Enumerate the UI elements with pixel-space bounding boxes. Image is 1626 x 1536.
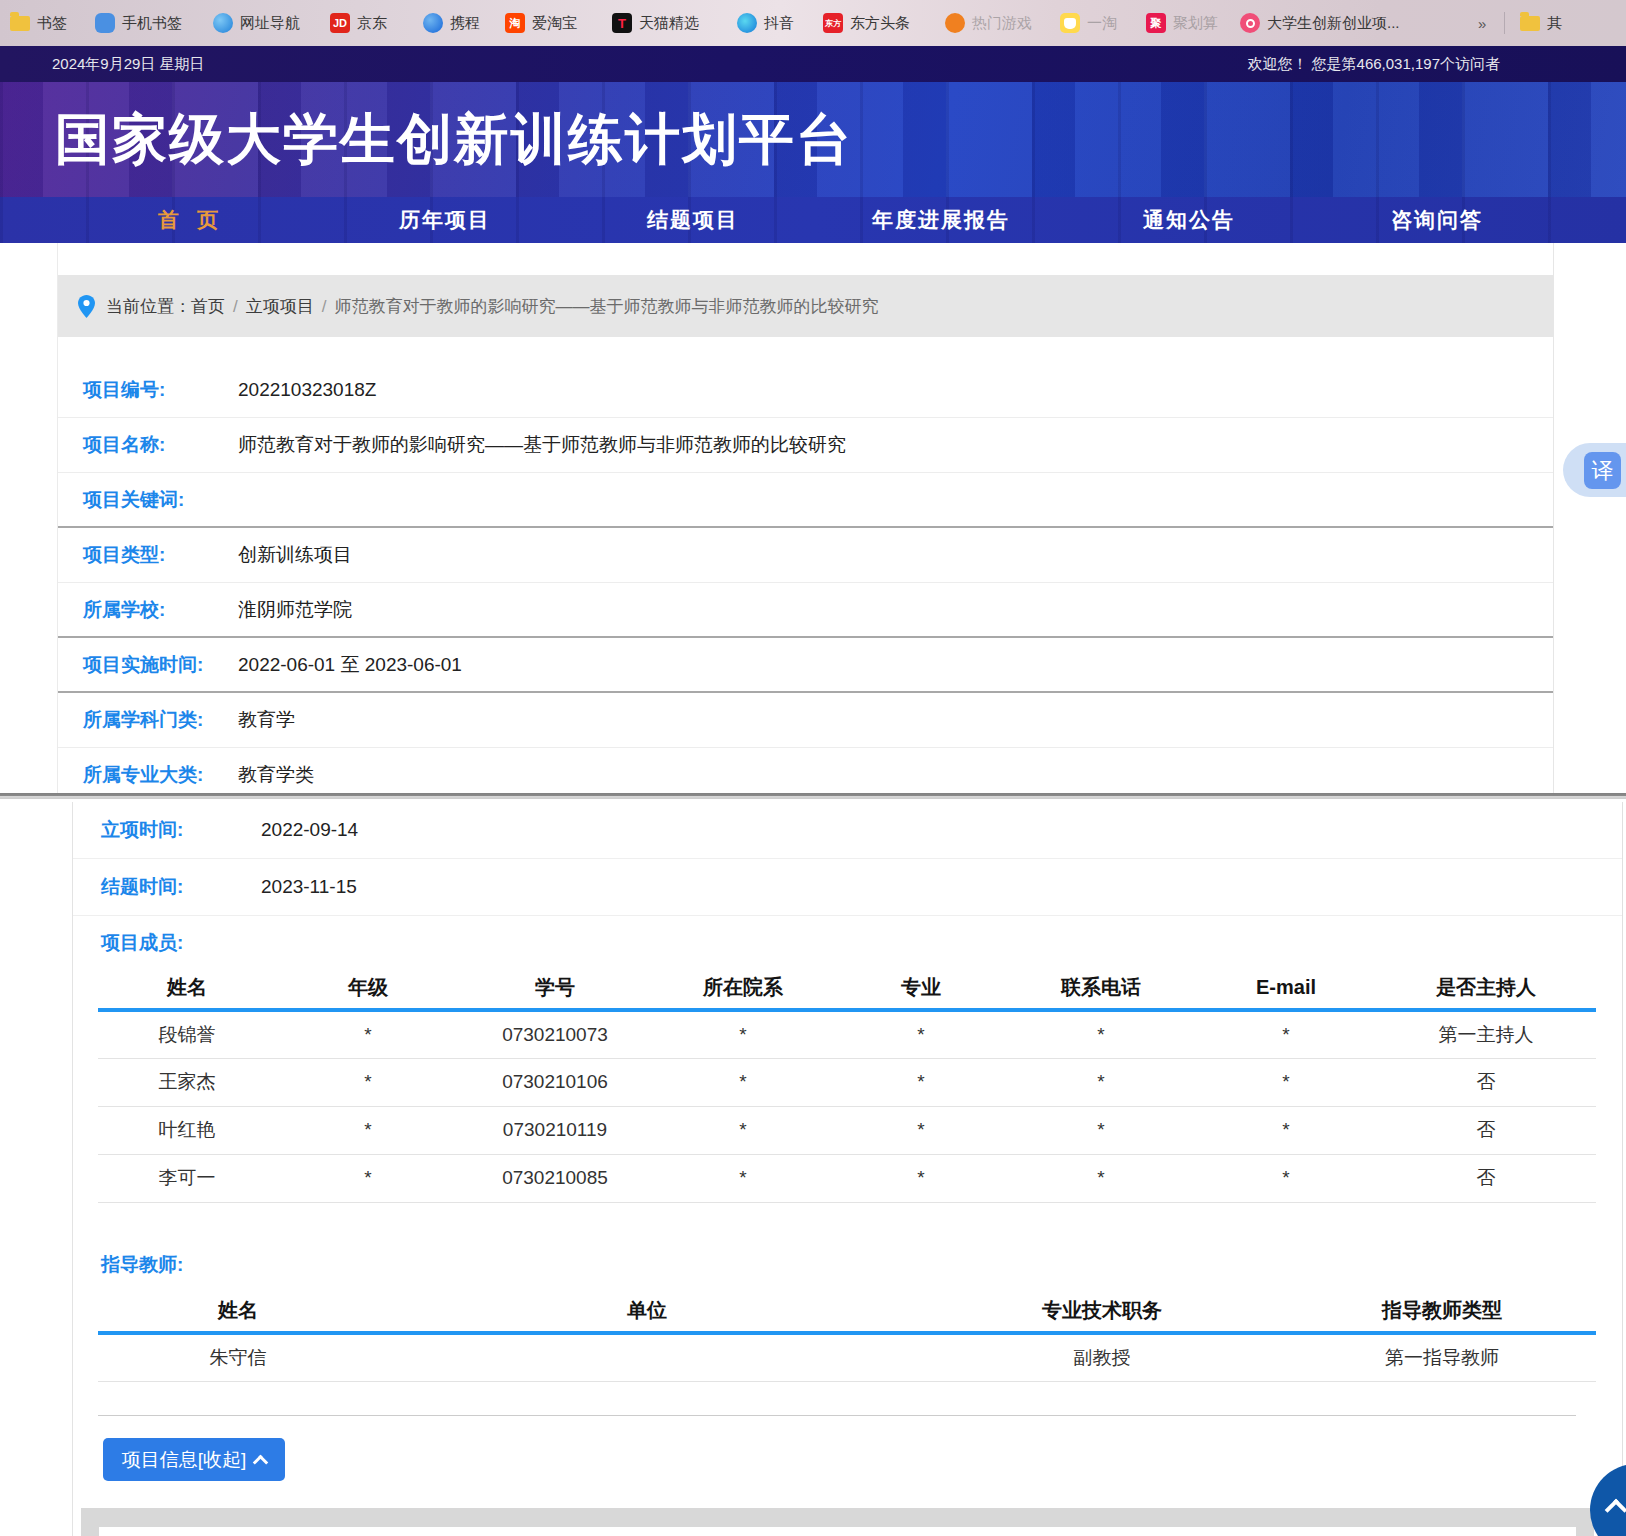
nav-home[interactable]: 首页 — [55, 197, 321, 243]
chevron-up-icon — [253, 1454, 269, 1470]
top-info-bar: 2024年9月29日 星期日 欢迎您！ 您是第466,031,197个访问者 — [0, 46, 1626, 82]
douyin-icon — [737, 13, 757, 33]
nav-qa[interactable]: 咨询问答 — [1313, 197, 1561, 243]
members-table: 姓名 年级 学号 所在院系 专业 联系电话 E-mail 是否主持人 段锦誉*0… — [98, 966, 1596, 1203]
site-banner: 国家级大学生创新训练计划平台 — [0, 82, 1626, 197]
advisors-header-row: 姓名 单位 专业技术职务 指导教师类型 — [98, 1289, 1596, 1333]
site-title: 国家级大学生创新训练计划平台 — [55, 103, 853, 177]
location-pin-icon — [78, 295, 95, 318]
upper-content: 当前位置：首页/立项项目/师范教育对于教师的影响研究——基于师范教师与非师范教师… — [0, 243, 1626, 793]
screenshot-seam — [0, 793, 1626, 802]
bookmark-etao[interactable]: 一淘 — [1060, 0, 1117, 46]
member-row: 段锦誉*0730210073****第一主持人 — [98, 1010, 1596, 1058]
bookmarks-bar: 书签 手机书签 网址导航 JD京东 携程 淘爱淘宝 T天猫精选 抖音 东方东方头… — [0, 0, 1626, 46]
bookmarks-overflow-chevron[interactable]: » — [1478, 0, 1486, 46]
nav-announcements[interactable]: 通知公告 — [1065, 197, 1313, 243]
visitor-counter: 欢迎您！ 您是第466,031,197个访问者 — [1247, 46, 1500, 82]
field-discipline: 所属学科门类:教育学 — [58, 693, 1553, 748]
members-section-label: 项目成员: — [101, 930, 183, 956]
nav-completed-projects[interactable]: 结题项目 — [569, 197, 817, 243]
field-completion-date: 结题时间:2023-11-15 — [73, 859, 1622, 916]
collapse-project-info-button[interactable]: 项目信息[收起] — [103, 1438, 285, 1481]
bookmark-other-folder[interactable]: 其 — [1520, 0, 1562, 46]
next-section-panel — [81, 1508, 1594, 1536]
folder-yellow-icon — [10, 16, 30, 31]
field-school: 所属学校:淮阴师范学院 — [58, 583, 1553, 638]
bookmark-mobile[interactable]: 手机书签 — [95, 0, 182, 46]
breadcrumb-current: 师范教育对于教师的影响研究——基于师范教师与非师范教师的比较研究 — [334, 297, 878, 316]
chevron-up-icon — [1605, 1499, 1626, 1522]
ju-icon: 聚 — [1146, 13, 1166, 33]
bookmark-nav[interactable]: 网址导航 — [213, 0, 300, 46]
bookmark-juhuasuan[interactable]: 聚聚划算 — [1146, 0, 1218, 46]
breadcrumb: 当前位置：首页/立项项目/师范教育对于教师的影响研究——基于师范教师与非师范教师… — [58, 275, 1553, 337]
uni-pink-icon — [1240, 13, 1260, 33]
phone-blue-icon — [95, 13, 115, 33]
current-date: 2024年9月29日 星期日 — [52, 46, 205, 82]
bookmark-toutiao[interactable]: 东方东方头条 — [823, 0, 910, 46]
member-row: 李可一*0730210085****否 — [98, 1154, 1596, 1202]
field-approval-date: 立项时间:2022-09-14 — [73, 802, 1622, 859]
bookmark-tmall[interactable]: T天猫精选 — [612, 0, 699, 46]
section-divider — [98, 1415, 1576, 1416]
breadcrumb-home[interactable]: 首页 — [191, 297, 225, 316]
folder-yellow-icon — [1520, 16, 1540, 31]
main-nav: 首页 历年项目 结题项目 年度进展报告 通知公告 咨询问答 — [0, 197, 1626, 243]
bookmarks-separator — [1504, 12, 1505, 34]
member-row: 王家杰*0730210106****否 — [98, 1058, 1596, 1106]
members-header-row: 姓名 年级 学号 所在院系 专业 联系电话 E-mail 是否主持人 — [98, 966, 1596, 1010]
bookmark-games[interactable]: 热门游戏 — [945, 0, 1032, 46]
bookmark-ctrip[interactable]: 携程 — [423, 0, 480, 46]
cat-yellow-icon — [1060, 13, 1080, 33]
breadcrumb-prefix: 当前位置： — [106, 297, 191, 316]
advisors-table: 姓名 单位 专业技术职务 指导教师类型 朱守信副教授第一指导教师 — [98, 1289, 1596, 1382]
field-project-type: 项目类型:创新训练项目 — [58, 528, 1553, 583]
taobao-icon: 淘 — [505, 13, 525, 33]
lower-content: 立项时间:2022-09-14 结题时间:2023-11-15 项目成员: 姓名… — [0, 802, 1626, 1536]
jd-icon: JD — [330, 13, 350, 33]
field-project-name: 项目名称:师范教育对于教师的影响研究——基于师范教师与非师范教师的比较研究 — [58, 418, 1553, 473]
bookmark-jd[interactable]: JD京东 — [330, 0, 387, 46]
bookmark-shuqian[interactable]: 书签 — [10, 0, 67, 46]
breadcrumb-category[interactable]: 立项项目 — [246, 297, 314, 316]
globe-blue-icon — [213, 13, 233, 33]
nav-past-projects[interactable]: 历年项目 — [321, 197, 569, 243]
nav-annual-reports[interactable]: 年度进展报告 — [817, 197, 1065, 243]
tmall-icon: T — [612, 13, 632, 33]
ctrip-icon — [423, 13, 443, 33]
project-fields-upper: 项目编号:202210323018Z 项目名称:师范教育对于教师的影响研究——基… — [58, 337, 1553, 803]
bookmark-chuangxin[interactable]: 大学生创新创业项... — [1240, 0, 1400, 46]
field-project-keywords: 项目关键词: — [58, 473, 1553, 528]
toutiao-icon: 东方 — [823, 13, 843, 33]
advisor-row: 朱守信副教授第一指导教师 — [98, 1333, 1596, 1381]
field-project-number: 项目编号:202210323018Z — [58, 363, 1553, 418]
bookmark-taobao[interactable]: 淘爱淘宝 — [505, 0, 577, 46]
field-duration: 项目实施时间:2022-06-01 至 2023-06-01 — [58, 638, 1553, 693]
game-orange-icon — [945, 13, 965, 33]
translate-widget[interactable]: 译 — [1563, 443, 1626, 497]
advisors-section-label: 指导教师: — [101, 1252, 183, 1278]
member-row: 叶红艳*0730210119****否 — [98, 1106, 1596, 1154]
translate-icon[interactable]: 译 — [1584, 452, 1621, 489]
bookmark-douyin[interactable]: 抖音 — [737, 0, 794, 46]
